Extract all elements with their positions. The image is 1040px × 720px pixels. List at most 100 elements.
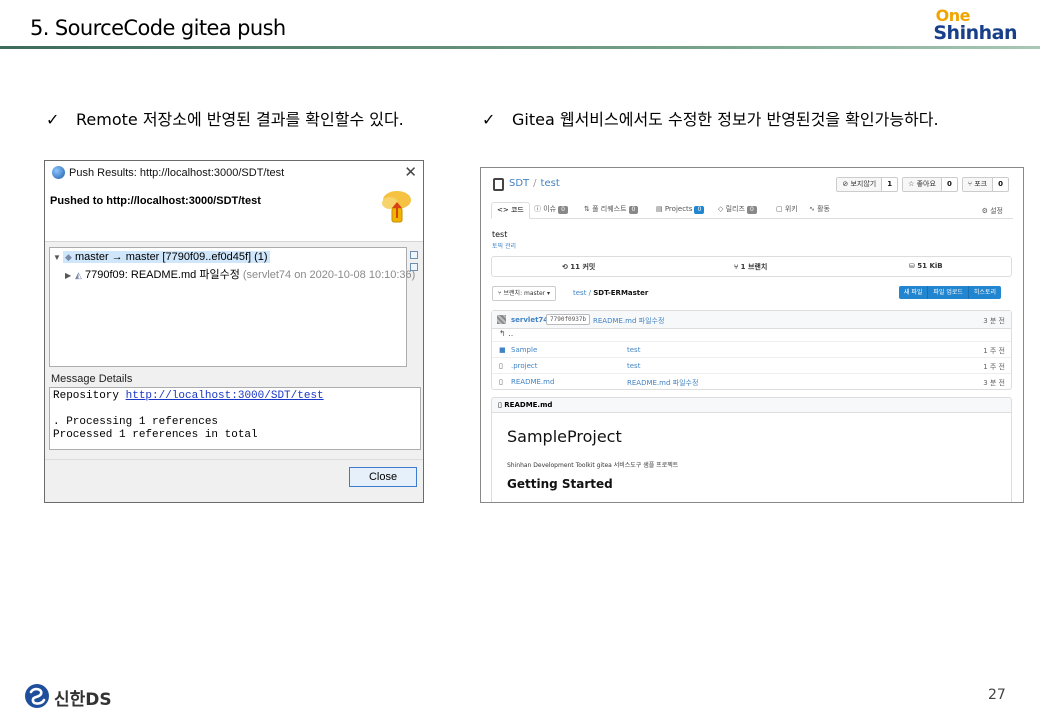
file-table: servlet74 7790f0937b README.md 파일수정 3 분 … (491, 310, 1012, 390)
repository-link[interactable]: http://localhost:3000/SDT/test (126, 390, 324, 402)
cloud-upload-icon (382, 191, 411, 223)
file-commit-link[interactable]: test (627, 346, 640, 354)
fork-button[interactable]: ⑂ 포크 0 (961, 177, 1009, 192)
eclipse-icon (52, 166, 65, 179)
bullet-right-text: Gitea 웹서비스에서도 수정한 정보가 반영된것을 확인가능하다. (512, 110, 939, 129)
dialog-heading: Pushed to http://localhost:3000/SDT/test (50, 195, 261, 207)
manage-topics-link[interactable]: 토픽 관리 (492, 241, 516, 250)
file-name-link[interactable]: .project (511, 362, 538, 370)
folder-icon: ■ (499, 346, 506, 354)
branches-count-link[interactable]: ⑂ 1 브랜치 (734, 262, 767, 272)
check-icon: ✓ (46, 110, 60, 129)
watch-label: ⊘ 보지않기 (837, 178, 883, 191)
tab-activity[interactable]: ∿ 활동 (804, 202, 835, 219)
commits-count-link[interactable]: ⟲ 11 커밋 (562, 262, 595, 272)
tree-row-ref[interactable]: ▼ ◆ master → master [7790f09..ef0d45f] (1) (53, 251, 270, 266)
bullet-left: ✓ Remote 저장소에 반영된 결과를 확인할수 있다. (46, 109, 426, 157)
bullet-left-text: Remote 저장소에 반영된 결과를 확인할수 있다. (76, 110, 404, 129)
file-commit-link[interactable]: README.md 파일수정 (627, 378, 698, 388)
tab-issues[interactable]: ⓘ 이슈 0 (529, 202, 573, 219)
tab-code[interactable]: <> 코드 (491, 202, 530, 219)
close-icon[interactable]: ✕ (404, 163, 417, 181)
repo-breadcrumb: SDT / test (509, 178, 560, 189)
close-button[interactable]: Close (349, 467, 417, 487)
star-button[interactable]: ☆ 좋아요 0 (902, 177, 958, 192)
branch-dropdown[interactable]: ⑂ 브랜치: master ▾ (492, 286, 557, 301)
repo-icon (493, 178, 504, 191)
file-path-breadcrumb: test / SDT-ERMaster (573, 289, 648, 297)
file-icon: ▯ (499, 378, 503, 386)
dialog-title: Push Results: http://localhost:3000/SDT/… (69, 167, 285, 179)
collapse-all-icon[interactable] (410, 251, 418, 259)
ref-icon: ◆ (65, 252, 72, 262)
ref-mapping: master → master [7790f09..ef0d45f] (1) (75, 251, 268, 263)
tab-releases[interactable]: ◇ 릴리즈 0 (713, 202, 762, 219)
repo-owner-link[interactable]: SDT (509, 178, 529, 189)
tab-projects-label: ▤ Projects (656, 205, 693, 213)
file-actions: 새 파일 파일 업로드 히스토리 (898, 286, 1001, 299)
dialog-separator (45, 459, 423, 460)
tree-row-commit[interactable]: ▶ ◭ 7790f09: README.md 파일수정 (servlet74 on … (65, 266, 415, 281)
tab-releases-badge: 0 (746, 206, 757, 214)
tab-activity-label: ∿ 활동 (809, 205, 830, 213)
push-results-dialog: Push Results: http://localhost:3000/SDT/… (44, 160, 424, 503)
readme-header: ▯ README.md (491, 397, 1012, 413)
readme-paragraph: Shinhan Development Toolkit gitea 서비스도구 … (507, 462, 679, 469)
readme-content: SampleProject Shinhan Development Toolki… (491, 413, 1012, 502)
file-commit-link[interactable]: test (627, 362, 640, 370)
repo-description: test (492, 230, 508, 239)
tab-pull-requests[interactable]: ⇅ 풀 리퀘스트 0 (579, 202, 643, 219)
commit-author-link[interactable]: servlet74 (511, 316, 548, 324)
history-button[interactable]: 히스토리 (968, 286, 1001, 299)
bullet-right: ✓ Gitea 웹서비스에서도 수정한 정보가 반영된것을 확인가능하다. (482, 109, 1027, 133)
upload-file-button[interactable]: 파일 업로드 (928, 286, 969, 299)
commit-sha-button[interactable]: 7790f0937b (546, 314, 591, 325)
parent-dir-icon: ↰ .. (499, 329, 514, 338)
readme-title: SampleProject (507, 427, 622, 446)
file-name-link[interactable]: Sample (511, 346, 537, 354)
repo-tabs: <> 코드 ⓘ 이슈 0 ⇅ 풀 리퀘스트 0 ▤ Projects 0 ◇ 릴리즈 0… (491, 202, 1013, 219)
tab-releases-label: ◇ 릴리즈 (718, 205, 745, 213)
star-label: ☆ 좋아요 (903, 178, 942, 191)
check-icon: ✓ (482, 110, 496, 129)
tab-wiki-label: ▢ 위키 (776, 205, 798, 213)
message-details-label: Message Details (51, 373, 133, 385)
watch-count: 1 (887, 180, 893, 188)
file-icon: ▯ (499, 362, 503, 370)
file-name-link[interactable]: README.md (511, 378, 554, 386)
gitea-repo-page: SDT / test ⊘ 보지않기 1 ☆ 좋아요 0 ⑂ 포크 0 <> 코드 ⓘ 이슈… (480, 167, 1024, 503)
tab-code-label: <> 코드 (497, 206, 524, 214)
commit-message-link[interactable]: README.md 파일수정 (593, 316, 664, 326)
dialog-titlebar[interactable]: Push Results: http://localhost:3000/SDT/… (45, 161, 423, 186)
repo-name-link[interactable]: test (541, 178, 560, 189)
tab-wiki[interactable]: ▢ 위키 (771, 202, 803, 219)
watch-button[interactable]: ⊘ 보지않기 1 (836, 177, 899, 192)
dialog-header: Pushed to http://localhost:3000/SDT/test (45, 186, 423, 242)
expand-all-icon[interactable] (410, 263, 418, 271)
table-row[interactable]: ■ Sample test 1 주 전 (492, 342, 1011, 358)
tab-pr-label: ⇅ 풀 리퀘스트 (584, 205, 627, 213)
tab-issues-label: ⓘ 이슈 (534, 205, 557, 213)
commit-icon: ◭ (75, 270, 82, 280)
tab-projects-badge: 0 (694, 206, 705, 214)
settings-link[interactable]: ⚙ 설정 (982, 206, 1003, 216)
fork-label: ⑂ 포크 (962, 178, 994, 191)
path-repo-link[interactable]: test (573, 289, 586, 297)
table-row[interactable]: ▯ README.md README.md 파일수정 3 분 전 (492, 374, 1011, 390)
page-number: 27 (988, 687, 1006, 703)
file-time: 1 주 전 (983, 363, 1005, 371)
table-row[interactable]: ▯ .project test 1 주 전 (492, 358, 1011, 374)
slide-title: 5. SourceCode gitea push (30, 16, 286, 40)
repo-summary-bar: ⟲ 11 커밋 ⑂ 1 브랜치 ⛁ 51 KiB (491, 256, 1012, 277)
new-file-button[interactable]: 새 파일 (898, 286, 929, 299)
parent-dir-row[interactable]: ↰ .. (492, 329, 1011, 342)
chevron-right-icon[interactable]: ▶ (65, 271, 75, 280)
push-results-tree[interactable]: ▼ ◆ master → master [7790f09..ef0d45f] (1)… (49, 247, 415, 367)
repo-stats: ⊘ 보지않기 1 ☆ 좋아요 0 ⑂ 포크 0 (836, 177, 1009, 192)
chevron-down-icon[interactable]: ▼ (53, 253, 63, 262)
tab-projects[interactable]: ▤ Projects 0 (651, 202, 709, 219)
message-details-text[interactable]: Repository http://localhost:3000/SDT/tes… (49, 387, 421, 450)
brand-logo-shinhan: Shinhan (933, 22, 1017, 44)
message-repo-prefix: Repository (53, 390, 126, 402)
footer-brand: 신한DS (54, 690, 112, 710)
